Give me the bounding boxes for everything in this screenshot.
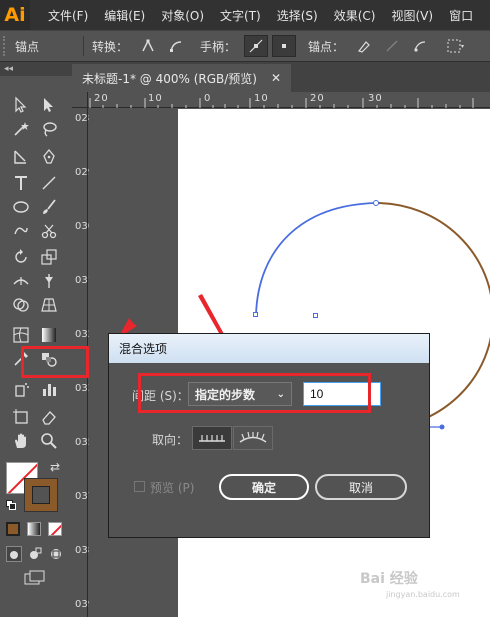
none-mode-icon[interactable] — [48, 522, 62, 536]
orientation-label: 取向： — [152, 433, 189, 447]
dialog-title[interactable]: 混合选项 — [109, 334, 429, 363]
screen-mode-icon[interactable] — [24, 570, 48, 586]
ruler-origin[interactable] — [72, 92, 88, 108]
control-bar-grip[interactable] — [3, 36, 7, 56]
convert-label: 转换： — [92, 39, 129, 54]
document-tab-bar: 未标题-1* @ 400% (RGB/预览) ✕ — [72, 62, 490, 92]
type-tool-icon[interactable] — [10, 172, 32, 194]
menu-window[interactable]: 窗口 — [441, 7, 481, 24]
menu-select[interactable]: 选择(S) — [269, 7, 326, 24]
column-graph-tool-icon[interactable] — [38, 378, 60, 400]
menu-effect[interactable]: 效果(C) — [326, 7, 384, 24]
watermark-url: jingyan.baidu.com — [386, 590, 460, 599]
perspective-grid-tool-icon[interactable] — [38, 294, 60, 316]
ruler-label: 0370 — [75, 491, 101, 502]
gradient-mode-icon[interactable] — [27, 522, 41, 536]
draw-normal-icon[interactable] — [6, 546, 22, 562]
control-bar: 锚点 转换： 手柄： 锚点： — [0, 30, 490, 62]
draw-behind-icon[interactable] — [27, 546, 43, 562]
horizontal-ruler[interactable]: 20 10 0 10 20 30 — [88, 92, 490, 108]
color-mode-icon[interactable] — [6, 522, 20, 536]
artboard-tool-icon[interactable] — [10, 406, 32, 428]
cut-path-icon[interactable] — [408, 35, 432, 57]
panel-collapse-toggle[interactable]: ◂◂ — [0, 62, 72, 76]
selection-tool-icon[interactable] — [10, 94, 32, 116]
remove-anchor-icon[interactable] — [352, 35, 376, 57]
ok-button[interactable]: 确定 — [219, 474, 309, 500]
convert-corner-icon[interactable] — [136, 35, 160, 57]
paintbrush-tool-icon[interactable] — [38, 196, 60, 218]
symbol-sprayer-tool-icon[interactable] — [10, 378, 32, 400]
document-tab[interactable]: 未标题-1* @ 400% (RGB/预览) ✕ — [72, 64, 292, 92]
handles-label: 手柄： — [200, 39, 237, 54]
hide-handles-icon[interactable] — [272, 35, 297, 57]
control-bar-anchor-label: 锚点 — [15, 39, 40, 54]
ellipse-tool-icon[interactable] — [10, 196, 32, 218]
magic-wand-tool-icon[interactable] — [10, 118, 32, 140]
ruler-label: 0350 — [75, 437, 101, 448]
preview-label: 预览 (P) — [150, 481, 195, 495]
puppet-warp-tool-icon[interactable] — [38, 270, 60, 292]
eraser-tool-icon[interactable] — [38, 406, 60, 428]
isolate-icon[interactable] — [444, 35, 468, 57]
pen-tool-icon[interactable] — [38, 146, 60, 168]
connect-anchors-icon[interactable] — [380, 35, 404, 57]
illustrator-window: Ai 文件(F) 编辑(E) 对象(O) 文字(T) 选择(S) 效果(C) 视… — [0, 0, 490, 617]
lasso-tool-icon[interactable] — [38, 118, 60, 140]
ruler-label: 0390 — [75, 599, 101, 610]
ruler-label: 0280 — [75, 113, 101, 124]
show-handles-icon[interactable] — [244, 35, 269, 57]
cancel-button[interactable]: 取消 — [315, 474, 407, 500]
anchors-label: 锚点： — [308, 39, 345, 54]
align-to-path-icon[interactable] — [233, 426, 273, 450]
ruler-label: 0320 — [75, 329, 101, 340]
document-tab-title: 未标题-1* @ 400% (RGB/预览) — [82, 71, 257, 86]
swap-fill-stroke-icon[interactable]: ⇄ — [50, 460, 60, 474]
align-to-page-icon[interactable] — [192, 426, 232, 450]
divider — [83, 36, 84, 56]
menu-type[interactable]: 文字(T) — [212, 7, 269, 24]
ruler-label: 0380 — [75, 545, 101, 556]
menu-object[interactable]: 对象(O) — [153, 7, 212, 24]
convert-smooth-icon[interactable] — [164, 35, 188, 57]
menu-bar: Ai 文件(F) 编辑(E) 对象(O) 文字(T) 选择(S) 效果(C) 视… — [0, 0, 490, 30]
zoom-tool-icon[interactable] — [38, 430, 60, 452]
close-icon[interactable]: ✕ — [271, 71, 281, 85]
shape-builder-tool-icon[interactable] — [10, 294, 32, 316]
spacing-highlight — [138, 373, 371, 413]
ruler-label: 0310 — [75, 275, 101, 286]
scissors-tool-icon[interactable] — [38, 220, 60, 242]
ruler-label: 0290 — [75, 167, 101, 178]
default-colors-icon[interactable] — [6, 500, 16, 510]
draw-inside-icon[interactable] — [48, 546, 64, 562]
line-segment-tool-icon[interactable] — [38, 172, 60, 194]
shaper-tool-icon[interactable] — [10, 220, 32, 242]
ruler-label: 0300 — [75, 221, 101, 232]
hand-tool-icon[interactable] — [10, 430, 32, 452]
watermark-logo: Bai 经验 — [360, 571, 418, 587]
mesh-tool-icon[interactable] — [10, 324, 32, 346]
preview-checkbox[interactable] — [134, 481, 145, 492]
menu-edit[interactable]: 编辑(E) — [96, 7, 153, 24]
width-tool-icon[interactable] — [10, 270, 32, 292]
scale-tool-icon[interactable] — [38, 246, 60, 268]
menu-file[interactable]: 文件(F) — [40, 7, 96, 24]
direct-selection-tool-icon[interactable] — [38, 94, 60, 116]
menu-view[interactable]: 视图(V) — [383, 7, 441, 24]
line-tool-icon[interactable] — [10, 146, 32, 168]
rotate-tool-icon[interactable] — [10, 246, 32, 268]
stroke-swatch[interactable] — [24, 478, 58, 512]
blend-tool-highlight — [21, 346, 89, 378]
ruler-label: 0330 — [75, 383, 101, 394]
gradient-tool-icon[interactable] — [38, 324, 60, 346]
app-logo: Ai — [0, 0, 30, 30]
